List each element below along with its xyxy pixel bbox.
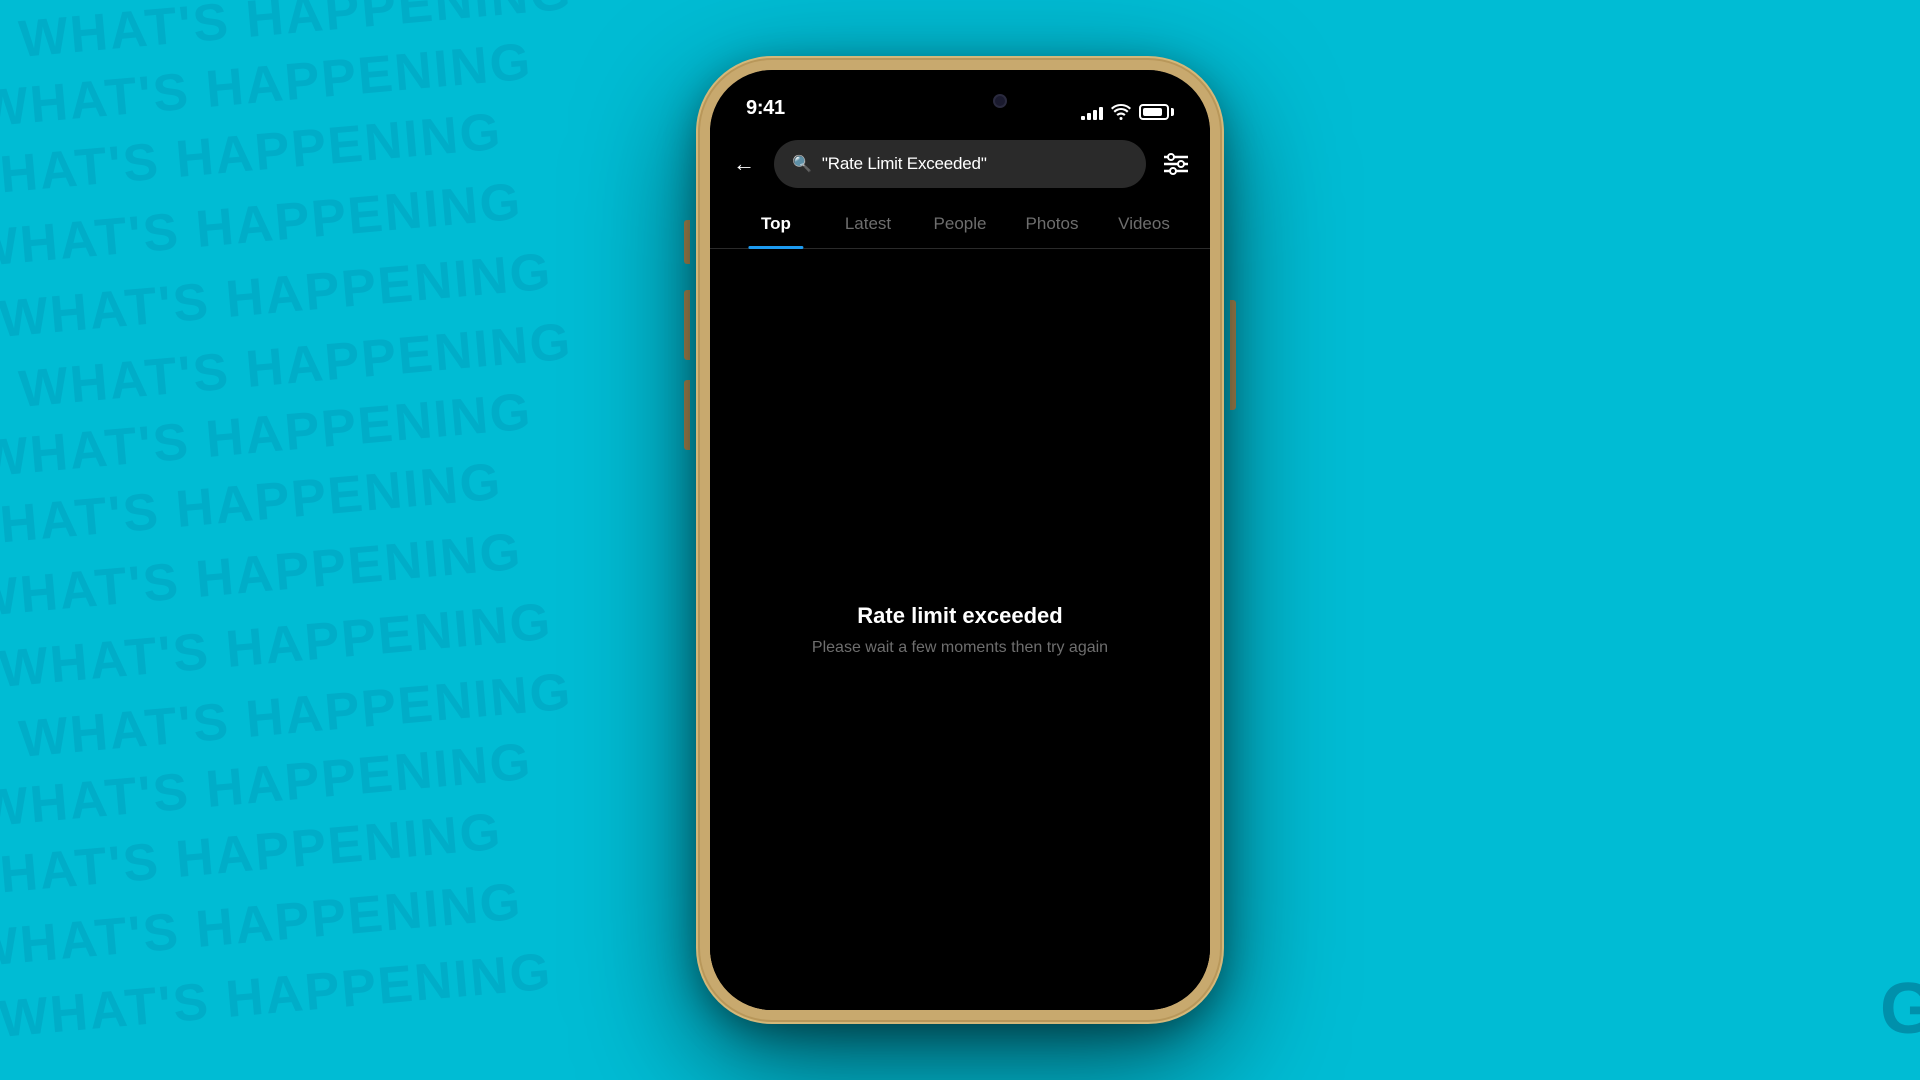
error-area: Rate limit exceeded Please wait a few mo… — [710, 249, 1210, 1010]
status-time: 9:41 — [746, 97, 785, 120]
search-area: ← 🔍 "Rate Limit Exceeded" — [710, 128, 1210, 200]
tab-top-label: Top — [761, 214, 791, 233]
volume-down-button[interactable] — [684, 380, 690, 450]
tab-latest-label: Latest — [845, 214, 891, 233]
tab-people[interactable]: People — [914, 200, 1006, 248]
error-title: Rate limit exceeded — [857, 603, 1062, 629]
search-icon: 🔍 — [792, 154, 812, 174]
tab-videos[interactable]: Videos — [1098, 200, 1190, 248]
power-button[interactable] — [1230, 300, 1236, 410]
search-bar[interactable]: 🔍 "Rate Limit Exceeded" — [774, 140, 1146, 188]
tab-top[interactable]: Top — [730, 200, 822, 248]
signal-icon — [1081, 104, 1103, 120]
error-subtitle: Please wait a few moments then try again — [812, 639, 1108, 657]
mute-button[interactable] — [684, 220, 690, 264]
phone-device: 9:41 — [700, 60, 1220, 1020]
back-arrow-icon: ← — [733, 151, 755, 177]
dynamic-island — [895, 82, 1025, 120]
signal-bar-2 — [1087, 113, 1091, 120]
volume-up-button[interactable] — [684, 290, 690, 360]
status-bar: 9:41 — [710, 70, 1210, 128]
back-button[interactable]: ← — [726, 146, 762, 182]
search-query: "Rate Limit Exceeded" — [822, 154, 987, 174]
screen-content: ← 🔍 "Rate Limit Exceeded" — [710, 128, 1210, 1010]
tab-photos-label: Photos — [1026, 214, 1079, 233]
signal-bar-4 — [1099, 107, 1103, 120]
tab-people-label: People — [934, 214, 987, 233]
filter-button[interactable] — [1158, 146, 1194, 182]
front-camera — [993, 94, 1007, 108]
battery-icon — [1139, 104, 1174, 120]
status-icons — [1081, 104, 1174, 120]
signal-bar-1 — [1081, 116, 1085, 120]
tab-photos[interactable]: Photos — [1006, 200, 1098, 248]
tab-active-indicator — [748, 246, 803, 249]
tab-latest[interactable]: Latest — [822, 200, 914, 248]
phone-screen: 9:41 — [710, 70, 1210, 1010]
signal-bar-3 — [1093, 110, 1097, 120]
tabs-row: Top Latest People Photos Videos — [710, 200, 1210, 249]
wifi-icon — [1111, 104, 1131, 120]
tab-videos-label: Videos — [1118, 214, 1170, 233]
